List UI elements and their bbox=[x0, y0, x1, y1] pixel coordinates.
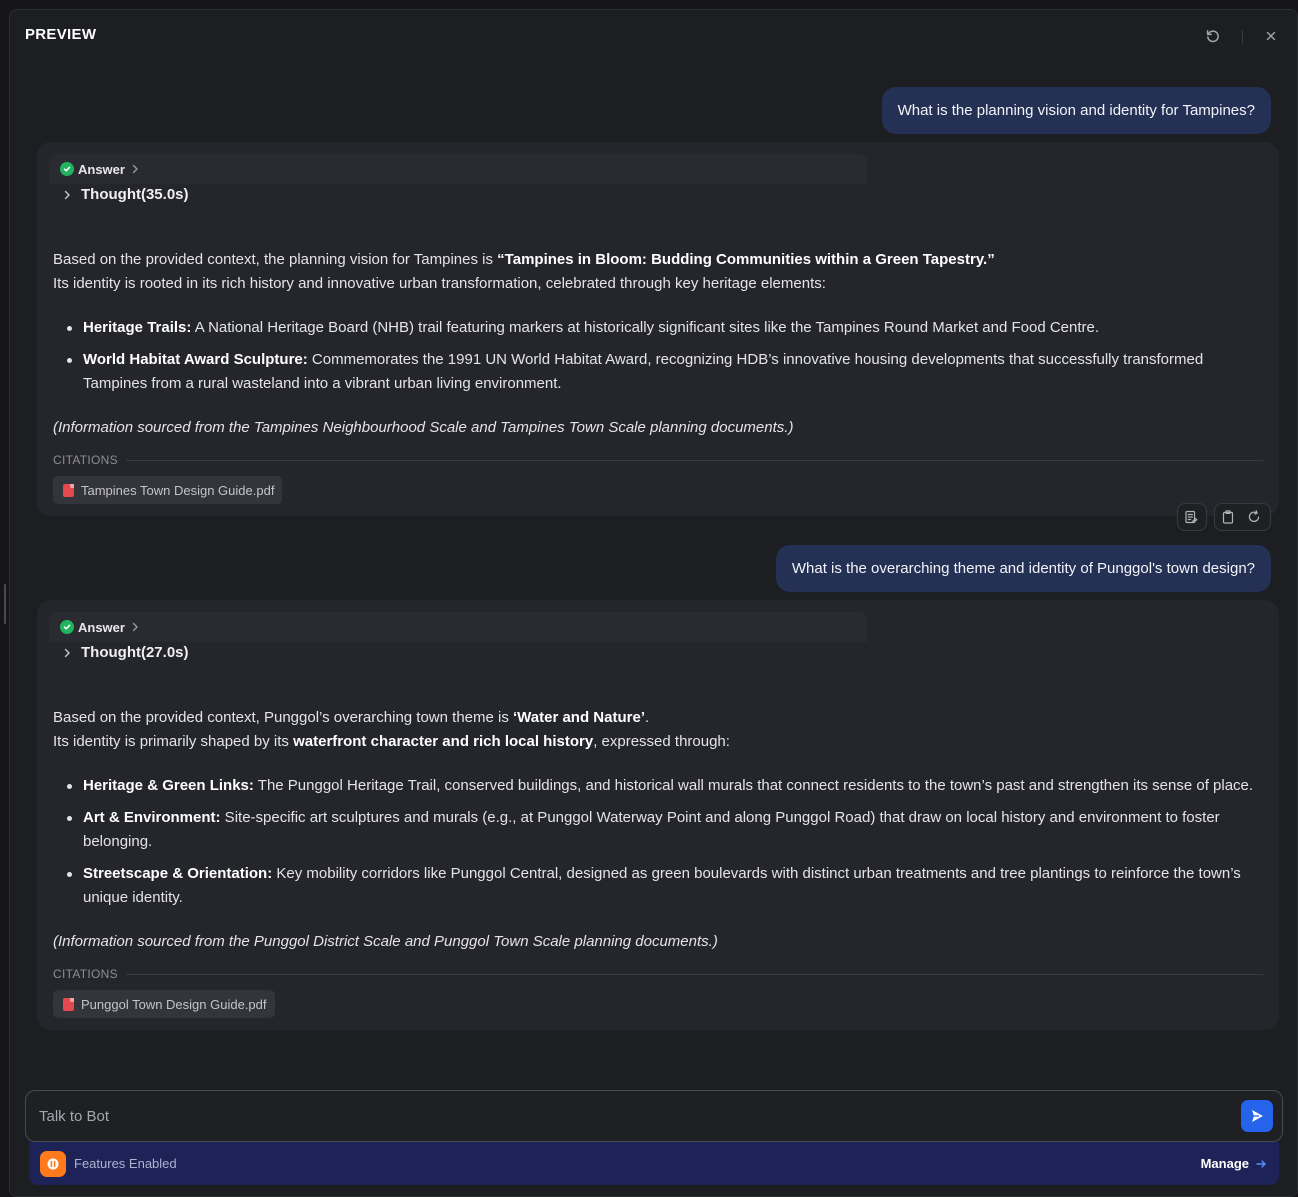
chevron-right-icon bbox=[63, 648, 71, 658]
bullet-text: Site-specific art sculptures and murals … bbox=[83, 809, 1220, 850]
intro-highlight: “Tampines in Bloom: Budding Communities … bbox=[497, 251, 995, 268]
manage-link[interactable]: Manage bbox=[1201, 1156, 1267, 1171]
answer-status-label: Answer bbox=[78, 161, 125, 177]
intro-text: . bbox=[644, 709, 650, 726]
close-icon[interactable] bbox=[1261, 26, 1281, 46]
message-input[interactable] bbox=[39, 1091, 1229, 1141]
arrow-right-icon bbox=[1255, 1158, 1267, 1170]
answer-intro: Based on the provided context, the plann… bbox=[53, 248, 1263, 296]
pdf-file-icon bbox=[63, 997, 74, 1011]
features-icon bbox=[40, 1150, 66, 1177]
answer-bullet-list: Heritage & Green Links: The Punggol Heri… bbox=[67, 774, 1261, 918]
citation-chip[interactable]: Tampines Town Design Guide.pdf bbox=[53, 476, 283, 504]
bullet-title: Art & Environment: bbox=[83, 809, 221, 826]
page-title: PREVIEW bbox=[25, 26, 97, 43]
user-message: What is the overarching theme and identi… bbox=[775, 545, 1271, 592]
bullet-title: World Habitat Award Sculpture: bbox=[83, 351, 308, 368]
citations-label: CITATIONS bbox=[53, 967, 118, 981]
copy-icon[interactable] bbox=[1215, 504, 1241, 530]
manage-label: Manage bbox=[1200, 1156, 1249, 1171]
intro-text: Its identity is primarily shaped by its bbox=[53, 733, 294, 750]
intro-highlight: waterfront character and rich local hist… bbox=[293, 733, 594, 750]
citations-header: CITATIONS bbox=[53, 453, 1263, 467]
pdf-file-icon bbox=[63, 483, 74, 497]
citation-file-name: Punggol Town Design Guide.pdf bbox=[81, 996, 267, 1012]
list-item: Heritage & Green Links: The Punggol Heri… bbox=[67, 774, 1261, 798]
bullet-text: A National Heritage Board (NHB) trail fe… bbox=[191, 319, 1100, 336]
bullet-title: Heritage Trails: bbox=[83, 319, 192, 336]
send-icon bbox=[1252, 1110, 1263, 1122]
list-item: Heritage Trails: A National Heritage Boa… bbox=[67, 316, 1261, 340]
intro-text: Based on the provided context, Punggol’s… bbox=[53, 709, 514, 726]
thought-label: Thought(35.0s) bbox=[81, 186, 189, 203]
intro-text: Its identity is rooted in its rich histo… bbox=[53, 275, 826, 292]
answer-status[interactable]: Answer bbox=[49, 612, 867, 642]
answer-bullet-list: Heritage Trails: A National Heritage Boa… bbox=[67, 316, 1261, 404]
features-bar: Features Enabled Manage bbox=[29, 1142, 1279, 1185]
check-circle-icon bbox=[60, 162, 74, 176]
citations-label: CITATIONS bbox=[53, 453, 118, 467]
intro-text: Based on the provided context, the plann… bbox=[53, 251, 498, 268]
features-label: Features Enabled bbox=[74, 1156, 177, 1171]
citations-header: CITATIONS bbox=[53, 967, 1263, 981]
intro-highlight: ‘Water and Nature’ bbox=[513, 709, 645, 726]
bullet-text: The Punggol Heritage Trail, conserved bu… bbox=[253, 777, 1254, 794]
answer-intro: Based on the provided context, Punggol’s… bbox=[53, 706, 1263, 754]
bullet-title: Streetscape & Orientation: bbox=[83, 865, 273, 882]
message-actions-left bbox=[1177, 503, 1207, 531]
answer-status[interactable]: Answer bbox=[49, 154, 867, 184]
list-item: World Habitat Award Sculpture: Commemora… bbox=[67, 348, 1261, 396]
source-note: (Information sourced from the Tampines N… bbox=[53, 419, 794, 436]
bot-answer-card: Answer Thought(35.0s) Based on the provi… bbox=[37, 142, 1279, 516]
bullet-title: Heritage & Green Links: bbox=[83, 777, 254, 794]
citation-chip[interactable]: Punggol Town Design Guide.pdf bbox=[53, 990, 275, 1018]
message-composer bbox=[25, 1090, 1283, 1142]
refresh-icon[interactable] bbox=[1203, 26, 1223, 46]
resize-handle[interactable] bbox=[4, 584, 6, 624]
user-message: What is the planning vision and identity… bbox=[881, 87, 1271, 134]
check-circle-icon bbox=[60, 620, 74, 634]
header-divider bbox=[1242, 30, 1243, 44]
regenerate-icon[interactable] bbox=[1241, 504, 1267, 530]
notes-icon[interactable] bbox=[1178, 504, 1204, 530]
chevron-right-icon bbox=[63, 190, 71, 200]
citation-file-name: Tampines Town Design Guide.pdf bbox=[81, 482, 275, 498]
message-actions-right bbox=[1214, 503, 1271, 531]
list-item: Art & Environment: Site-specific art scu… bbox=[67, 806, 1261, 854]
thought-label: Thought(27.0s) bbox=[81, 644, 189, 661]
thought-toggle[interactable]: Thought(27.0s) bbox=[63, 644, 189, 661]
answer-status-label: Answer bbox=[78, 619, 125, 635]
bot-answer-card: Answer Thought(27.0s) Based on the provi… bbox=[37, 600, 1279, 1030]
intro-text: , expressed through: bbox=[593, 733, 730, 750]
source-note: (Information sourced from the Punggol Di… bbox=[53, 933, 718, 950]
chevron-right-icon bbox=[131, 164, 139, 174]
citations-divider bbox=[125, 973, 1263, 975]
chevron-right-icon bbox=[131, 622, 139, 632]
thought-toggle[interactable]: Thought(35.0s) bbox=[63, 186, 189, 203]
list-item: Streetscape & Orientation: Key mobility … bbox=[67, 862, 1261, 910]
citations-divider bbox=[125, 459, 1263, 461]
send-button[interactable] bbox=[1241, 1100, 1273, 1132]
